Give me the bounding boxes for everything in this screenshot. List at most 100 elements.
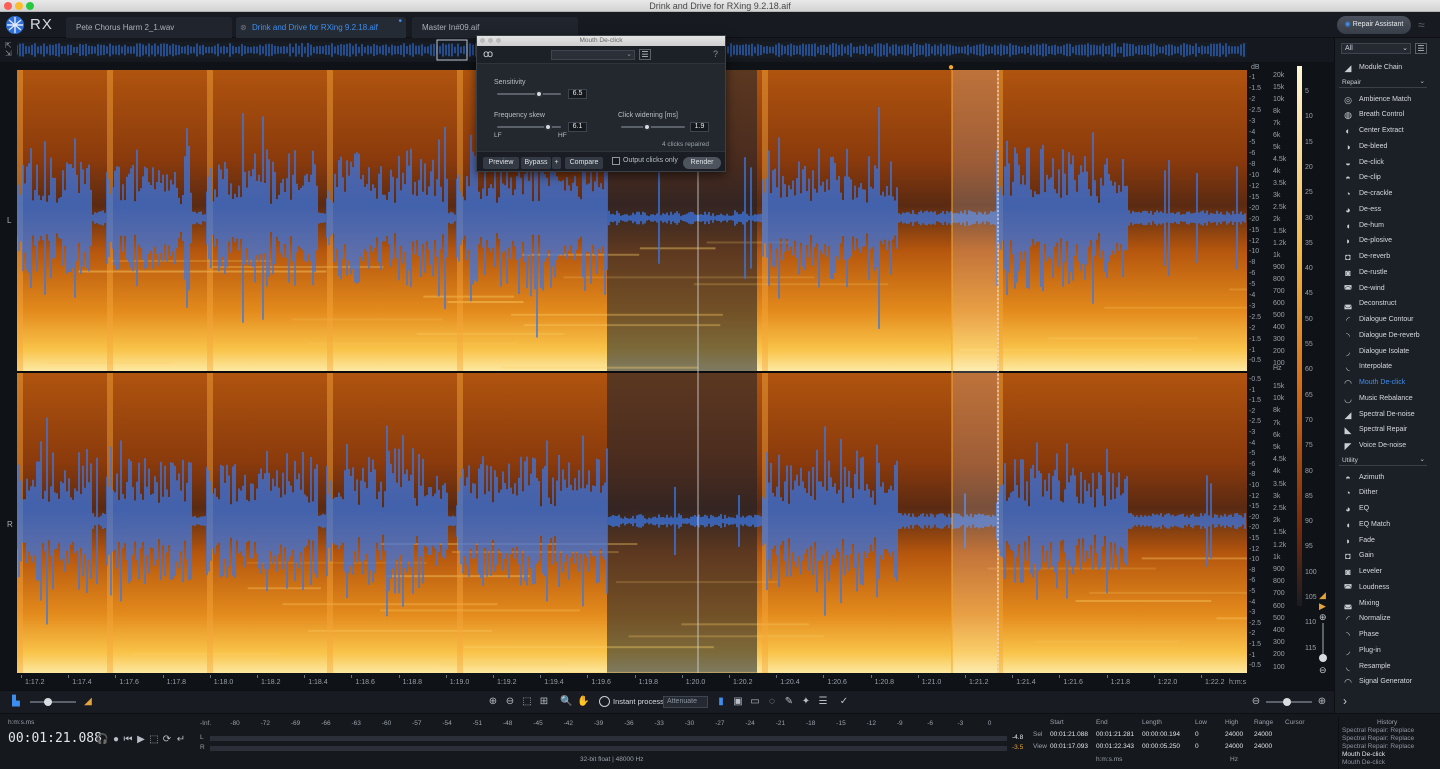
module-dialogue-contour[interactable]: ◜ Dialogue Contour <box>1339 312 1435 327</box>
history-item[interactable]: Spectral Repair: Replace <box>1342 727 1438 735</box>
brush-tool-icon[interactable]: ✎ <box>783 696 795 708</box>
module-loudness[interactable]: ◚ Loudness <box>1339 580 1435 595</box>
module-de-plosive[interactable]: ◗ De-plosive <box>1339 233 1435 248</box>
zoom-in-vertical-icon[interactable]: ⊕ <box>1319 612 1327 623</box>
preset-dropdown[interactable]: ⌄ <box>551 50 635 60</box>
headphones-icon[interactable]: 🎧 <box>96 734 108 746</box>
history-item[interactable]: Spectral Repair: Replace <box>1342 743 1438 751</box>
module-leveler[interactable]: ◙ Leveler <box>1339 564 1435 579</box>
timeline-ruler[interactable]: 1:17.2 1:17.4 1:17.6 1:17.8 1:18.0 1:18.2 1:18… <box>17 675 1247 690</box>
view-end[interactable]: 00:01:22.343 <box>1096 743 1134 750</box>
tab-close-icon[interactable]: ⊗ <box>240 17 247 38</box>
module-de-wind[interactable]: ◚ De-wind <box>1339 281 1435 296</box>
dialog-zoom-button[interactable] <box>496 38 501 43</box>
zoom-tool-icon[interactable]: 🔍 <box>560 696 572 708</box>
blend-slider-knob[interactable] <box>44 698 52 706</box>
sel-start[interactable]: 00:01:21.088 <box>1050 731 1088 738</box>
module-dialogue-de-reverb[interactable]: ◝ Dialogue De-reverb <box>1339 328 1435 343</box>
frequency-skew-slider[interactable] <box>497 123 561 131</box>
frequency-skew-value[interactable]: 6.1 <box>568 122 587 132</box>
history-item[interactable]: Spectral Repair: Replace <box>1342 735 1438 743</box>
preview-button[interactable]: Preview <box>483 157 519 169</box>
selection-feathering-icon[interactable]: ✓ <box>838 696 850 708</box>
view-high[interactable]: 24000 <box>1225 743 1243 750</box>
zoom-fit-icon[interactable]: ⊞ <box>538 696 550 708</box>
tab-drink-and-drive[interactable]: ⊗ Drink and Drive for RXing 9.2.18.aif • <box>236 16 406 38</box>
skip-back-icon[interactable]: ⏮ <box>122 734 134 746</box>
undock-icon[interactable]: ≈ <box>1418 18 1425 32</box>
view-low[interactable]: 0 <box>1195 743 1199 750</box>
sel-high[interactable]: 24000 <box>1225 731 1243 738</box>
module-dither[interactable]: ◔ Dither <box>1339 485 1435 500</box>
spectrogram-view-icon[interactable]: ◢ <box>82 696 94 708</box>
module-plug-in[interactable]: ◞ Plug-in <box>1339 643 1435 658</box>
module-deconstruct[interactable]: ◛ Deconstruct <box>1339 296 1435 311</box>
module-de-click[interactable]: ◒ De-click <box>1339 155 1435 170</box>
waveform-view-icon[interactable]: ▙ <box>10 696 22 708</box>
module-module-chain[interactable]: ◢ Module Chain <box>1339 60 1435 75</box>
module-normalize[interactable]: ◜ Normalize <box>1339 611 1435 626</box>
play-selection-icon[interactable]: ⬚ <box>148 734 160 746</box>
lasso-tool-icon[interactable]: ◌ <box>766 696 778 708</box>
frequency-selection-icon[interactable]: ▭ <box>749 696 761 708</box>
module-de-rustle[interactable]: ◙ De-rustle <box>1339 265 1435 280</box>
frequency-skew-slider-knob[interactable] <box>544 123 553 131</box>
sel-length[interactable]: 00:00:00.194 <box>1142 731 1180 738</box>
history-item[interactable]: Mouth De-click <box>1342 751 1438 759</box>
close-window-button[interactable] <box>4 2 12 10</box>
compare-button[interactable]: Compare <box>565 157 603 169</box>
loop-icon[interactable]: ⟳ <box>161 734 173 746</box>
preset-menu-icon[interactable]: ☰ <box>639 49 651 60</box>
vertical-zoom-thumb[interactable] <box>1319 654 1327 662</box>
hand-tool-icon[interactable]: ✋ <box>577 696 589 708</box>
magic-wand-icon[interactable]: ✦ <box>800 696 812 708</box>
spectrogram-blend-slider[interactable] <box>30 698 76 706</box>
play-icon[interactable]: ▶ <box>135 734 147 746</box>
waveform-settings-icon[interactable]: ▶ <box>1319 601 1326 612</box>
module-spectral-repair[interactable]: ◣ Spectral Repair <box>1339 422 1435 437</box>
output-clicks-checkbox[interactable] <box>612 157 620 165</box>
minimize-window-button[interactable] <box>15 2 23 10</box>
history-item[interactable]: Mouth De-click <box>1342 759 1438 767</box>
vertical-zoom-in-icon[interactable]: ⊕ <box>1316 696 1328 708</box>
return-to-start-icon[interactable]: ↵ <box>175 734 187 746</box>
instant-process-toggle[interactable] <box>599 696 610 707</box>
harmonic-selection-icon[interactable]: ☰ <box>817 696 829 708</box>
module-gain[interactable]: ◘ Gain <box>1339 548 1435 563</box>
view-start[interactable]: 00:01:17.093 <box>1050 743 1088 750</box>
section-utility[interactable]: Utility ⌄ <box>1339 455 1427 466</box>
click-widening-slider[interactable] <box>621 123 685 131</box>
dialog-close-button[interactable] <box>480 38 485 43</box>
sel-range[interactable]: 24000 <box>1254 731 1272 738</box>
sensitivity-slider-knob[interactable] <box>534 90 543 98</box>
module-signal-generator[interactable]: ◠ Signal Generator <box>1339 674 1435 689</box>
module-mixing[interactable]: ◛ Mixing <box>1339 596 1435 611</box>
instant-process-mode-select[interactable]: Attenuate <box>663 696 708 708</box>
module-de-clip[interactable]: ◓ De-clip <box>1339 170 1435 185</box>
zoom-out-vertical-icon[interactable]: ⊖ <box>1319 665 1327 676</box>
module-phase[interactable]: ◝ Phase <box>1339 627 1435 642</box>
repair-assistant-button[interactable]: ◉ Repair Assistant <box>1337 16 1411 34</box>
section-repair[interactable]: Repair ⌄ <box>1339 77 1427 88</box>
time-format-label[interactable]: h:m:s.ms <box>8 719 34 726</box>
click-widening-slider-knob[interactable] <box>642 123 651 131</box>
module-filter-select[interactable]: All ⌄ <box>1341 43 1411 54</box>
vertical-zoom-out-icon[interactable]: ⊖ <box>1250 696 1262 708</box>
sensitivity-value[interactable]: 6.5 <box>568 89 587 99</box>
module-fade[interactable]: ◗ Fade <box>1339 533 1435 548</box>
sel-end[interactable]: 00:01:21.281 <box>1096 731 1134 738</box>
sensitivity-slider[interactable] <box>497 90 561 98</box>
bypass-add-button[interactable]: + <box>552 157 561 169</box>
click-widening-value[interactable]: 1.9 <box>690 122 709 132</box>
module-de-crackle[interactable]: ◔ De-crackle <box>1339 186 1435 201</box>
zoom-selection-icon[interactable]: ⬚ <box>521 696 533 708</box>
zoom-in-horizontal-icon[interactable]: ⊕ <box>487 696 499 708</box>
vertical-zoom-slider[interactable] <box>1266 698 1312 706</box>
playhead-marker-icon[interactable]: ● <box>948 62 954 73</box>
module-resample[interactable]: ◟ Resample <box>1339 659 1435 674</box>
module-breath-control[interactable]: ◍ Breath Control <box>1339 107 1435 122</box>
module-eq[interactable]: ◕ EQ <box>1339 501 1435 516</box>
module-mouth-de-click[interactable]: ◠ Mouth De-click <box>1339 375 1435 390</box>
tab-pete-chorus[interactable]: Pete Chorus Harm 2_1.wav <box>66 17 232 38</box>
sel-low[interactable]: 0 <box>1195 731 1199 738</box>
